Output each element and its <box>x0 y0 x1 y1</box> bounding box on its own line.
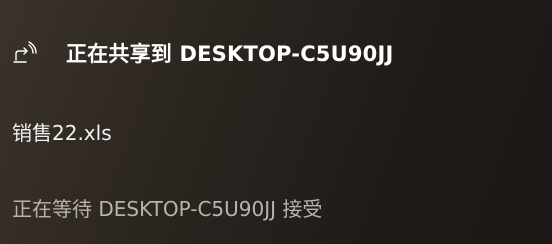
toast-header: 正在共享到 DESKTOP-C5U90JJ <box>12 38 394 68</box>
toast-title: 正在共享到 DESKTOP-C5U90JJ <box>66 42 394 66</box>
shared-file-name: 销售22.xls <box>12 121 112 145</box>
share-icon <box>12 40 38 66</box>
share-notification-toast[interactable]: 正在共享到 DESKTOP-C5U90JJ 销售22.xls 正在等待 DESK… <box>0 0 552 244</box>
share-status-text: 正在等待 DESKTOP-C5U90JJ 接受 <box>12 197 323 221</box>
